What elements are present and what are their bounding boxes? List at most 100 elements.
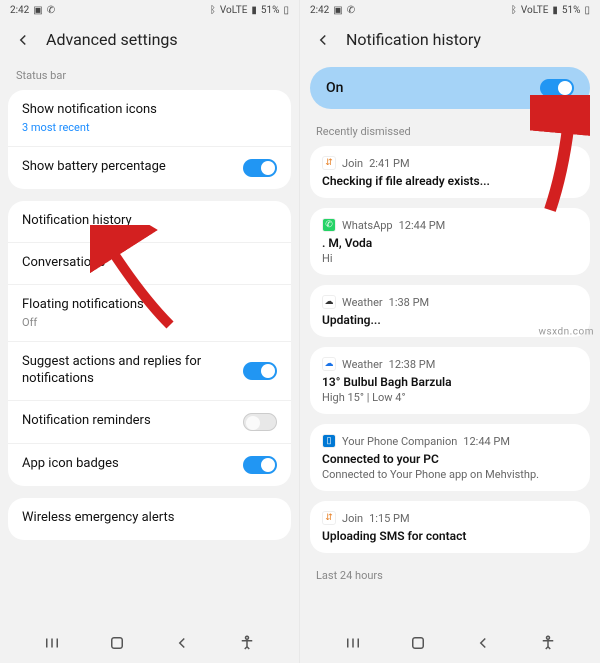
home-icon[interactable] xyxy=(108,634,126,652)
notif-head: ☁Weather1:38 PM xyxy=(322,295,578,309)
notif-title: 13° Bulbul Bagh Barzula xyxy=(322,375,578,389)
notif-time: 12:44 PM xyxy=(399,219,446,232)
toggle-suggest[interactable] xyxy=(243,362,277,380)
history-toggle-pill[interactable]: On xyxy=(310,67,590,109)
app-name: Weather xyxy=(342,296,383,309)
toggle-battery-percentage[interactable] xyxy=(243,159,277,177)
nav-bar xyxy=(300,623,600,663)
bluetooth-icon: ᛒ xyxy=(511,5,517,16)
toggle-history[interactable] xyxy=(540,79,574,97)
notif-head: ▯Your Phone Companion12:44 PM xyxy=(322,434,578,448)
notif-time: 2:41 PM xyxy=(369,157,409,170)
row-title: Wireless emergency alerts xyxy=(22,510,277,527)
status-time: 2:42 xyxy=(310,5,329,16)
volte-icon: VoLTE xyxy=(521,5,549,16)
row-app-icon-badges[interactable]: App icon badges xyxy=(8,444,291,486)
row-wireless-emergency[interactable]: Wireless emergency alerts xyxy=(8,498,291,540)
app-icon: ⇵ xyxy=(322,156,336,170)
row-floating-notifications[interactable]: Floating notifications Off xyxy=(8,285,291,342)
phone-icon: ✆ xyxy=(347,5,355,16)
watermark: wsxdn.com xyxy=(538,326,594,337)
back-icon[interactable] xyxy=(14,31,32,49)
notif-time: 1:38 PM xyxy=(389,296,429,309)
bluetooth-icon: ᛒ xyxy=(210,5,216,16)
row-title: Notification reminders xyxy=(22,413,243,430)
battery-text: 51% xyxy=(562,5,581,16)
signal-icon: ▮ xyxy=(251,5,257,16)
notif-body: High 15° | Low 4° xyxy=(322,391,578,404)
header: Notification history xyxy=(300,20,600,63)
notif-time: 1:15 PM xyxy=(369,512,409,525)
status-time: 2:42 xyxy=(10,5,29,16)
row-subtitle: 3 most recent xyxy=(22,121,277,134)
notif-head: ☁Weather12:38 PM xyxy=(322,357,578,371)
notification-card[interactable]: ⇵ Join 1:15 PM Uploading SMS for contact xyxy=(310,501,590,553)
status-bar: 2:42 ▣ ✆ ᛒ VoLTE ▮ 51% ▯ xyxy=(300,0,600,20)
app-name: Join xyxy=(342,512,363,525)
back-icon[interactable] xyxy=(314,31,332,49)
notif-body: Connected to Your Phone app on Mehvisthp… xyxy=(322,468,578,481)
accessibility-icon[interactable] xyxy=(539,634,557,652)
phone-icon: ✆ xyxy=(47,5,55,16)
notif-title: Connected to your PC xyxy=(322,452,578,466)
toggle-badges[interactable] xyxy=(243,456,277,474)
notification-card[interactable]: ▯Your Phone Companion12:44 PM Connected t… xyxy=(310,424,590,491)
row-notification-reminders[interactable]: Notification reminders xyxy=(8,401,291,444)
app-name: Join xyxy=(342,157,363,170)
section-label-recently: Recently dismissed xyxy=(300,119,600,142)
left-phone: 2:42 ▣ ✆ ᛒ VoLTE ▮ 51% ▯ Advanced settin… xyxy=(0,0,300,663)
recent-apps-icon[interactable] xyxy=(344,634,362,652)
notification-list: ⇵ Join 2:41 PM Checking if file already exi… xyxy=(300,146,600,553)
notif-title: Checking if file already exists... xyxy=(322,174,578,188)
app-icon: ☁ xyxy=(322,357,336,371)
row-title: Floating notifications xyxy=(22,297,277,314)
volte-icon: VoLTE xyxy=(220,5,248,16)
section-label-last24: Last 24 hours xyxy=(300,563,600,586)
notif-time: 12:38 PM xyxy=(389,358,436,371)
accessibility-icon[interactable] xyxy=(238,634,256,652)
app-name: WhatsApp xyxy=(342,219,393,232)
notif-head: ⇵ Join 1:15 PM xyxy=(322,511,578,525)
alerts-card: Wireless emergency alerts xyxy=(8,498,291,540)
notification-card[interactable]: ⇵ Join 2:41 PM Checking if file already exi… xyxy=(310,146,590,198)
row-title: Show notification icons xyxy=(22,102,277,119)
row-title: Conversations xyxy=(22,255,277,272)
row-conversations[interactable]: Conversations xyxy=(8,243,291,285)
row-show-notification-icons[interactable]: Show notification icons 3 most recent xyxy=(8,90,291,147)
back-nav-icon[interactable] xyxy=(173,634,191,652)
notif-title: Updating... xyxy=(322,313,578,327)
notifications-card: Notification history Conversations Float… xyxy=(8,201,291,486)
home-icon[interactable] xyxy=(409,634,427,652)
notif-title: Uploading SMS for contact xyxy=(322,529,578,543)
notification-card[interactable]: ☁Weather12:38 PM 13° Bulbul Bagh Barzula H… xyxy=(310,347,590,414)
toggle-reminders[interactable] xyxy=(243,413,277,431)
app-icon: ⇵ xyxy=(322,511,336,525)
signal-icon: ▮ xyxy=(552,5,558,16)
notif-time: 12:44 PM xyxy=(463,435,510,448)
battery-icon: ▯ xyxy=(283,5,289,16)
notif-title: . M, Voda xyxy=(322,236,578,250)
row-title: Show battery percentage xyxy=(22,159,243,176)
app-icon: ✆ xyxy=(322,218,336,232)
row-subtitle: Off xyxy=(22,316,277,329)
row-show-battery-percentage[interactable]: Show battery percentage xyxy=(8,147,291,189)
section-label-status-bar: Status bar xyxy=(0,63,299,86)
row-suggest-actions[interactable]: Suggest actions and replies for notifica… xyxy=(8,342,291,401)
status-bar: 2:42 ▣ ✆ ᛒ VoLTE ▮ 51% ▯ xyxy=(0,0,299,20)
page-title: Notification history xyxy=(346,30,481,49)
nav-bar xyxy=(0,623,299,663)
row-notification-history[interactable]: Notification history xyxy=(8,201,291,243)
row-title: App icon badges xyxy=(22,456,243,473)
header: Advanced settings xyxy=(0,20,299,63)
battery-text: 51% xyxy=(261,5,280,16)
notification-card[interactable]: ✆WhatsApp12:44 PM. M, VodaHi xyxy=(310,208,590,275)
camera-icon: ▣ xyxy=(333,5,342,16)
row-title: Suggest actions and replies for notifica… xyxy=(22,354,243,388)
row-title: Notification history xyxy=(22,213,277,230)
app-icon: ▯ xyxy=(322,434,336,448)
battery-icon: ▯ xyxy=(584,5,590,16)
recent-apps-icon[interactable] xyxy=(43,634,61,652)
page-title: Advanced settings xyxy=(46,30,178,49)
notif-head: ⇵ Join 2:41 PM xyxy=(322,156,578,170)
back-nav-icon[interactable] xyxy=(474,634,492,652)
